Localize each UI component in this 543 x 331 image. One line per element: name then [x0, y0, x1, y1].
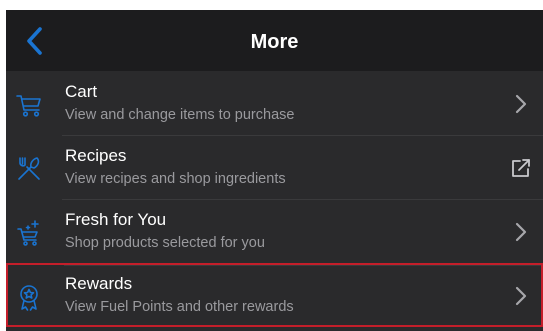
- cart-icon: [16, 95, 41, 117]
- menu-item-fresh-for-you[interactable]: Fresh for You Shop products selected for…: [6, 199, 543, 263]
- external-link-icon: [512, 159, 530, 177]
- rewards-ribbon-icon: [20, 285, 38, 311]
- menu-item-recipes[interactable]: Recipes View recipes and shop ingredient…: [6, 135, 543, 199]
- menu-item-title: Rewards: [65, 274, 133, 293]
- menu-item-subtitle: Shop products selected for you: [65, 235, 265, 251]
- back-button[interactable]: [18, 24, 52, 58]
- menu-item-title: Recipes: [65, 146, 127, 165]
- menu-item-title: Fresh for You: [65, 210, 167, 229]
- chevron-right-icon: [515, 94, 527, 114]
- sparkle-cart-icon: [17, 220, 39, 246]
- chevron-left-icon: [27, 27, 42, 55]
- menu-item-title: Cart: [65, 82, 98, 101]
- menu-list: Cart View and change items to purchase R…: [6, 71, 543, 327]
- page-title: More: [250, 31, 299, 53]
- menu-item-subtitle: View recipes and shop ingredients: [65, 171, 286, 187]
- chevron-right-icon: [515, 222, 527, 242]
- nav-header: More: [6, 10, 543, 71]
- chevron-right-icon: [515, 286, 527, 306]
- menu-item-rewards[interactable]: Rewards View Fuel Points and other rewar…: [6, 263, 543, 327]
- menu-item-cart[interactable]: Cart View and change items to purchase: [6, 71, 543, 135]
- menu-item-subtitle: View Fuel Points and other rewards: [65, 299, 294, 315]
- more-screen: More Cart View and change items to purch…: [6, 10, 543, 331]
- recipes-utensils-icon: [18, 157, 40, 180]
- menu-item-subtitle: View and change items to purchase: [65, 107, 295, 123]
